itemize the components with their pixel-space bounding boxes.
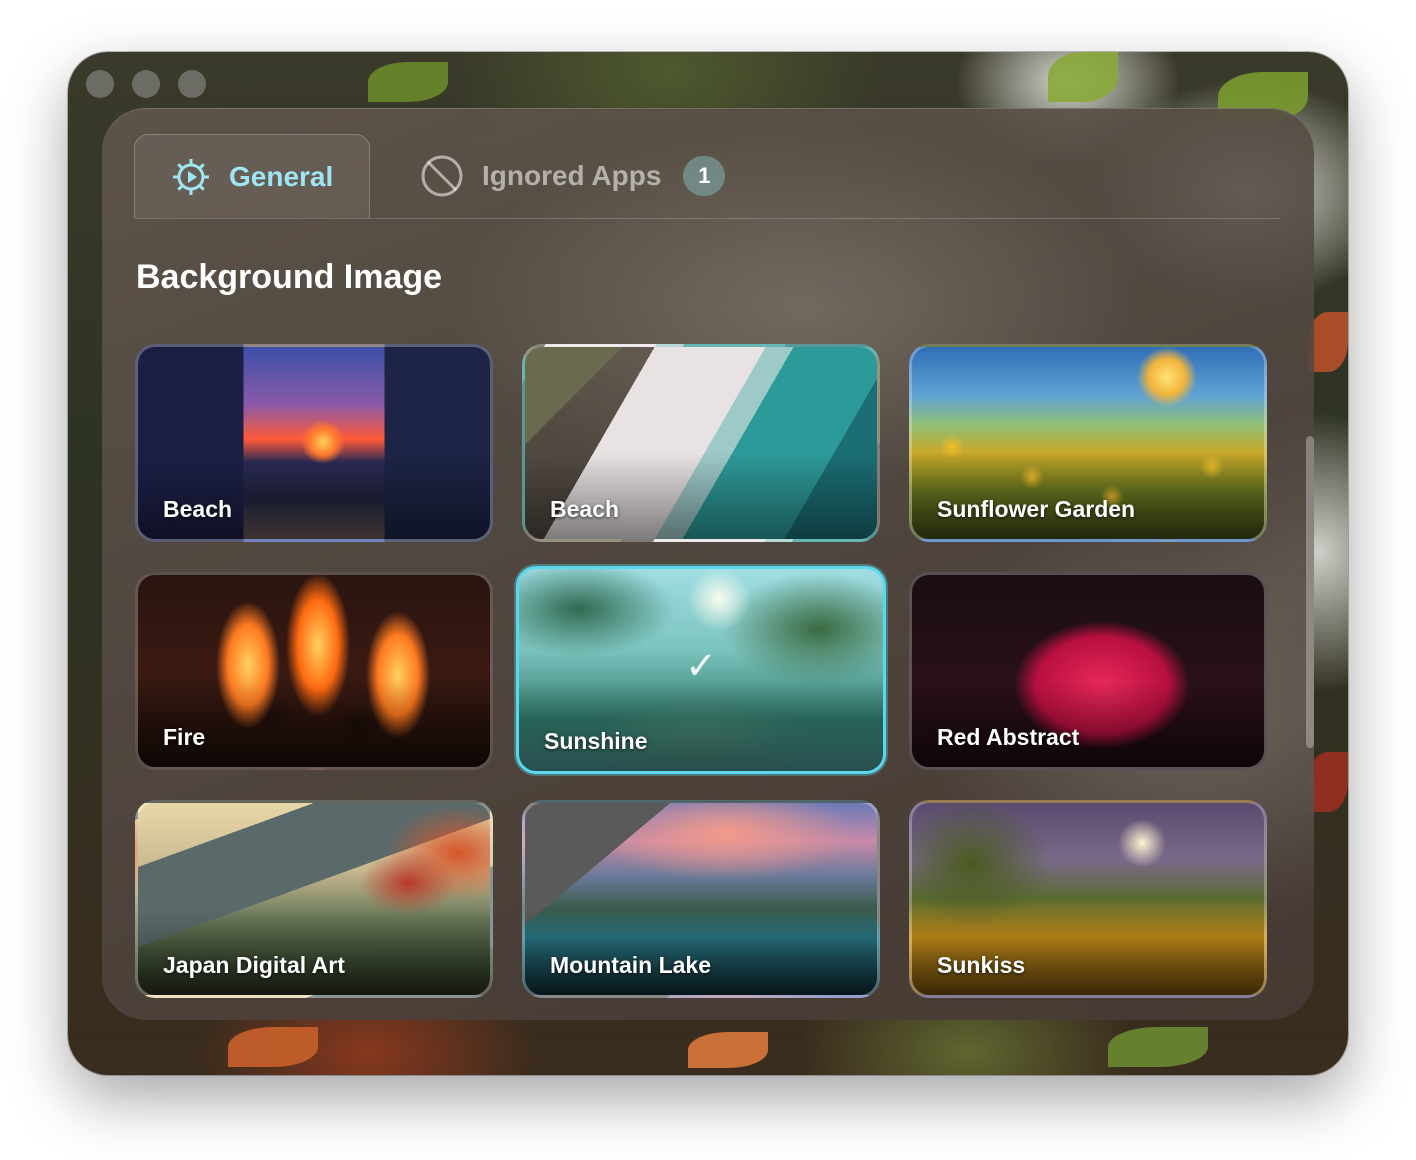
background-leaf bbox=[368, 62, 448, 102]
image-card-japan-digital-art[interactable]: Japan Digital Art bbox=[135, 800, 493, 998]
tab-ignored-apps-label: Ignored Apps bbox=[482, 160, 662, 191]
image-card-label: Sunflower Garden bbox=[937, 496, 1136, 522]
no-apps-icon bbox=[418, 152, 466, 200]
background-leaf bbox=[1308, 312, 1348, 372]
background-leaf bbox=[1108, 1027, 1208, 1067]
background-leaf bbox=[1048, 52, 1118, 102]
image-card-mountain-lake[interactable]: Mountain Lake bbox=[522, 800, 880, 998]
image-card-label: Beach bbox=[550, 496, 620, 522]
minimize-window-button[interactable] bbox=[132, 70, 160, 98]
image-card-beach[interactable]: Beach bbox=[135, 344, 493, 542]
image-card-fire[interactable]: Fire bbox=[135, 572, 493, 770]
image-card-label: Sunkiss bbox=[937, 952, 1026, 978]
image-card-beach-aerial[interactable]: Beach bbox=[522, 344, 880, 542]
background-leaf bbox=[228, 1027, 318, 1067]
app-window: General Ignored Apps 1 Background Image bbox=[68, 52, 1348, 1075]
image-card-sunkiss[interactable]: Sunkiss bbox=[909, 800, 1267, 998]
tab-general[interactable]: General bbox=[134, 134, 370, 218]
section-title: Background Image bbox=[136, 258, 443, 296]
tab-general-label: General bbox=[229, 160, 334, 192]
image-card-label: Red Abstract bbox=[937, 724, 1080, 750]
tab-ignored-apps[interactable]: Ignored Apps 1 bbox=[418, 134, 726, 218]
image-card-label: Sunshine bbox=[544, 728, 648, 754]
background-leaf bbox=[1308, 752, 1348, 812]
close-window-button[interactable] bbox=[86, 70, 114, 98]
gear-icon bbox=[169, 155, 213, 199]
background-leaf bbox=[688, 1032, 768, 1068]
image-card-sunflower-garden[interactable]: Sunflower Garden bbox=[909, 344, 1267, 542]
image-card-label: Fire bbox=[163, 724, 206, 750]
settings-panel: General Ignored Apps 1 Background Image bbox=[102, 108, 1314, 1020]
image-card-red-abstract[interactable]: Red Abstract bbox=[909, 572, 1267, 770]
vertical-scrollbar[interactable] bbox=[1306, 436, 1314, 748]
image-card-label: Japan Digital Art bbox=[163, 952, 345, 978]
image-card-label: Beach bbox=[163, 496, 233, 522]
ignored-apps-count-badge: 1 bbox=[683, 156, 726, 196]
zoom-window-button[interactable] bbox=[178, 70, 206, 98]
checkmark-icon: ✓ bbox=[685, 645, 717, 688]
window-controls bbox=[86, 70, 206, 98]
image-card-label: Mountain Lake bbox=[550, 952, 712, 978]
tab-bar: General Ignored Apps 1 bbox=[134, 134, 1280, 219]
image-card-sunshine[interactable]: ✓ Sunshine bbox=[516, 566, 886, 774]
